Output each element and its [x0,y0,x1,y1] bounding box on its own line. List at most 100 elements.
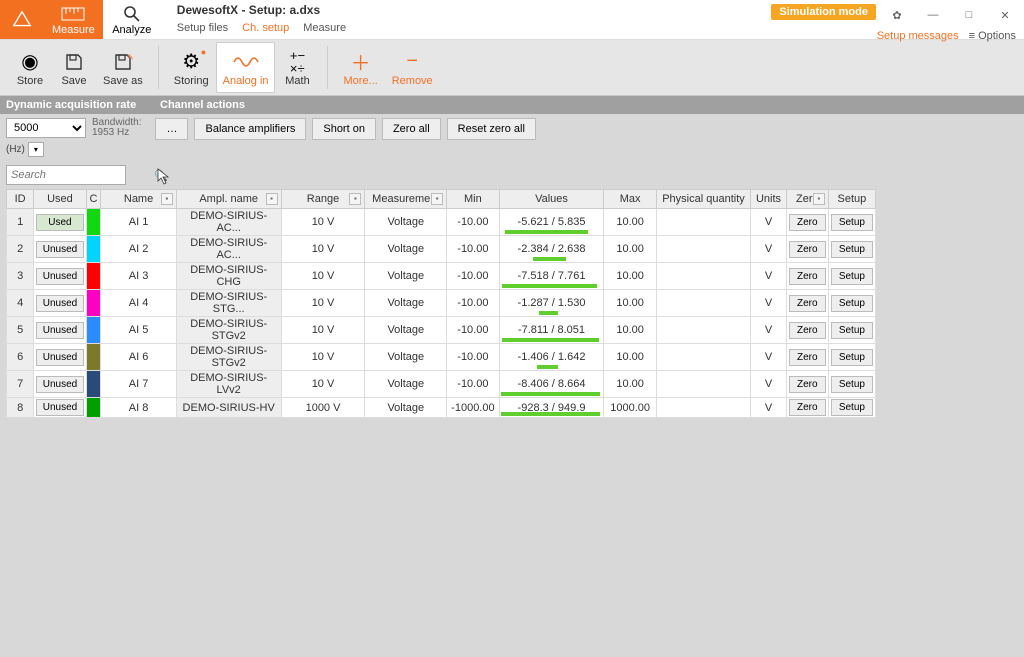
cell-range[interactable]: 1000 V [281,398,365,418]
dropdown-icon[interactable]: ▪ [266,193,278,205]
saveas-button[interactable]: ✎Save as [96,42,150,93]
acq-rate-select[interactable]: 5000 [6,118,86,138]
used-toggle-button[interactable]: Unused [36,399,83,416]
cell-meas[interactable]: Voltage [365,290,447,317]
color-swatch[interactable] [86,209,101,236]
color-swatch[interactable] [86,398,101,418]
col-amp[interactable]: Ampl. name▪ [176,190,281,209]
cell-name[interactable]: AI 3 [101,263,176,290]
tab-measure[interactable]: Measure [44,0,103,39]
col-setup[interactable]: Setup [828,190,875,209]
cell-name[interactable]: AI 2 [101,236,176,263]
cell-meas[interactable]: Voltage [365,371,447,398]
math-button[interactable]: +−×÷Math [275,42,319,93]
cell-meas[interactable]: Voltage [365,209,447,236]
cell-phys[interactable] [656,290,750,317]
dropdown-icon[interactable]: ▪ [813,193,825,205]
zero-button[interactable]: Zero [789,376,826,393]
setup-button[interactable]: Setup [831,241,873,258]
more-button[interactable]: ＋More... [336,42,384,93]
cell-phys[interactable] [656,317,750,344]
used-toggle-button[interactable]: Unused [36,349,83,366]
search-input[interactable] [11,169,154,181]
cell-units[interactable]: V [751,317,787,344]
cell-name[interactable]: AI 6 [101,344,176,371]
settings-gear-icon[interactable]: ✿ [882,4,912,26]
cell-units[interactable]: V [751,236,787,263]
col-zero[interactable]: Zero▪ [786,190,828,209]
setup-button[interactable]: Setup [831,214,873,231]
cell-range[interactable]: 10 V [281,371,365,398]
setup-button[interactable]: Setup [831,349,873,366]
cell-range[interactable]: 10 V [281,317,365,344]
dropdown-icon[interactable]: ▪ [349,193,361,205]
subtab-setup-files[interactable]: Setup files [177,22,228,34]
zero-button[interactable]: Zero [789,295,826,312]
hz-dropdown-button[interactable]: ▾ [28,142,44,157]
col-used[interactable]: Used [34,190,86,209]
cell-meas[interactable]: Voltage [365,263,447,290]
cell-units[interactable]: V [751,371,787,398]
zero-button[interactable]: Zero [789,214,826,231]
cell-name[interactable]: AI 5 [101,317,176,344]
color-swatch[interactable] [86,371,101,398]
zero-button[interactable]: Zero [789,399,826,416]
dropdown-icon[interactable]: ▪ [431,193,443,205]
zero-button[interactable]: Zero [789,268,826,285]
more-actions-button[interactable]: … [155,118,188,140]
cell-range[interactable]: 10 V [281,344,365,371]
cell-phys[interactable] [656,236,750,263]
color-swatch[interactable] [86,317,101,344]
used-toggle-button[interactable]: Unused [36,295,83,312]
cell-range[interactable]: 10 V [281,209,365,236]
analogin-button[interactable]: Analog in [216,42,276,93]
remove-button[interactable]: −Remove [385,42,440,93]
zero-button[interactable]: Zero [789,349,826,366]
cell-phys[interactable] [656,398,750,418]
zero-button[interactable]: Zero [789,241,826,258]
used-toggle-button[interactable]: Used [36,214,83,231]
cell-units[interactable]: V [751,263,787,290]
col-id[interactable]: ID [7,190,34,209]
window-close-button[interactable]: ✕ [990,4,1020,26]
cell-meas[interactable]: Voltage [365,398,447,418]
cell-meas[interactable]: Voltage [365,344,447,371]
cell-phys[interactable] [656,209,750,236]
cell-range[interactable]: 10 V [281,290,365,317]
setup-button[interactable]: Setup [831,376,873,393]
cell-range[interactable]: 10 V [281,236,365,263]
used-toggle-button[interactable]: Unused [36,241,83,258]
setup-messages-link[interactable]: Setup messages [877,30,959,42]
cell-name[interactable]: AI 8 [101,398,176,418]
storing-button[interactable]: ⚙●Storing [167,42,216,93]
subtab-measure[interactable]: Measure [303,22,346,34]
cell-units[interactable]: V [751,344,787,371]
reset-zero-all-button[interactable]: Reset zero all [447,118,536,140]
col-phys[interactable]: Physical quantity [656,190,750,209]
subtab-ch-setup[interactable]: Ch. setup [242,22,289,34]
setup-button[interactable]: Setup [831,399,873,416]
balance-amplifiers-button[interactable]: Balance amplifiers [194,118,306,140]
used-toggle-button[interactable]: Unused [36,268,83,285]
col-values[interactable]: Values [499,190,604,209]
col-meas[interactable]: Measurement▪ [365,190,447,209]
col-min[interactable]: Min [447,190,499,209]
cell-units[interactable]: V [751,209,787,236]
color-swatch[interactable] [86,236,101,263]
setup-button[interactable]: Setup [831,295,873,312]
col-name[interactable]: Name▪ [101,190,176,209]
cell-range[interactable]: 10 V [281,263,365,290]
store-button[interactable]: ◉Store [8,42,52,93]
cell-meas[interactable]: Voltage [365,317,447,344]
window-maximize-button[interactable]: □ [954,4,984,26]
col-max[interactable]: Max [604,190,656,209]
cell-phys[interactable] [656,263,750,290]
cell-units[interactable]: V [751,290,787,317]
search-box[interactable]: 🔍 [6,165,126,185]
cell-name[interactable]: AI 7 [101,371,176,398]
cell-units[interactable]: V [751,398,787,418]
color-swatch[interactable] [86,263,101,290]
col-range[interactable]: Range▪ [281,190,365,209]
options-link[interactable]: ≡Options [969,30,1016,42]
setup-button[interactable]: Setup [831,322,873,339]
